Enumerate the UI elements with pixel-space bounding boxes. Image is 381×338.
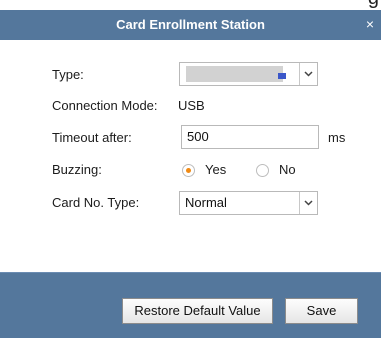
type-label: Type: [52, 67, 84, 82]
chevron-down-icon [304, 71, 313, 77]
type-select[interactable] [179, 62, 318, 86]
close-icon[interactable]: × [363, 17, 377, 31]
buzzing-label: Buzzing: [52, 162, 102, 177]
buzzing-no-radio[interactable] [256, 164, 269, 177]
type-select-arrow[interactable] [299, 63, 317, 85]
dialog-footer: Restore Default Value Save [0, 272, 381, 338]
connection-mode-value: USB [178, 98, 205, 113]
background-window-text: g [368, 0, 379, 8]
dialog-body: Type: Connection Mode: USB Timeout after… [0, 40, 381, 272]
type-select-redacted-value [186, 66, 283, 82]
card-no-type-label: Card No. Type: [52, 195, 140, 210]
save-button[interactable]: Save [285, 298, 358, 324]
background-window-strip: g [0, 0, 381, 10]
timeout-unit: ms [328, 130, 346, 145]
buzzing-no-label[interactable]: No [279, 162, 296, 177]
card-no-type-select[interactable]: Normal [179, 191, 318, 215]
type-select-redacted-accent [278, 73, 286, 79]
footer-divider [0, 272, 381, 273]
buzzing-yes-label[interactable]: Yes [205, 162, 226, 177]
timeout-input[interactable]: 500 [181, 125, 319, 149]
dialog-title: Card Enrollment Station [116, 17, 265, 32]
dialog-titlebar: Card Enrollment Station × [0, 10, 381, 40]
restore-default-button[interactable]: Restore Default Value [122, 298, 273, 324]
card-no-type-select-arrow[interactable] [299, 192, 317, 214]
timeout-label: Timeout after: [52, 130, 132, 145]
card-enrollment-dialog: g Card Enrollment Station × Type: Connec… [0, 0, 381, 338]
connection-mode-label: Connection Mode: [52, 98, 158, 113]
chevron-down-icon [304, 200, 313, 206]
timeout-input-value: 500 [187, 129, 209, 144]
card-no-type-value: Normal [185, 195, 227, 210]
buzzing-yes-radio[interactable] [182, 164, 195, 177]
